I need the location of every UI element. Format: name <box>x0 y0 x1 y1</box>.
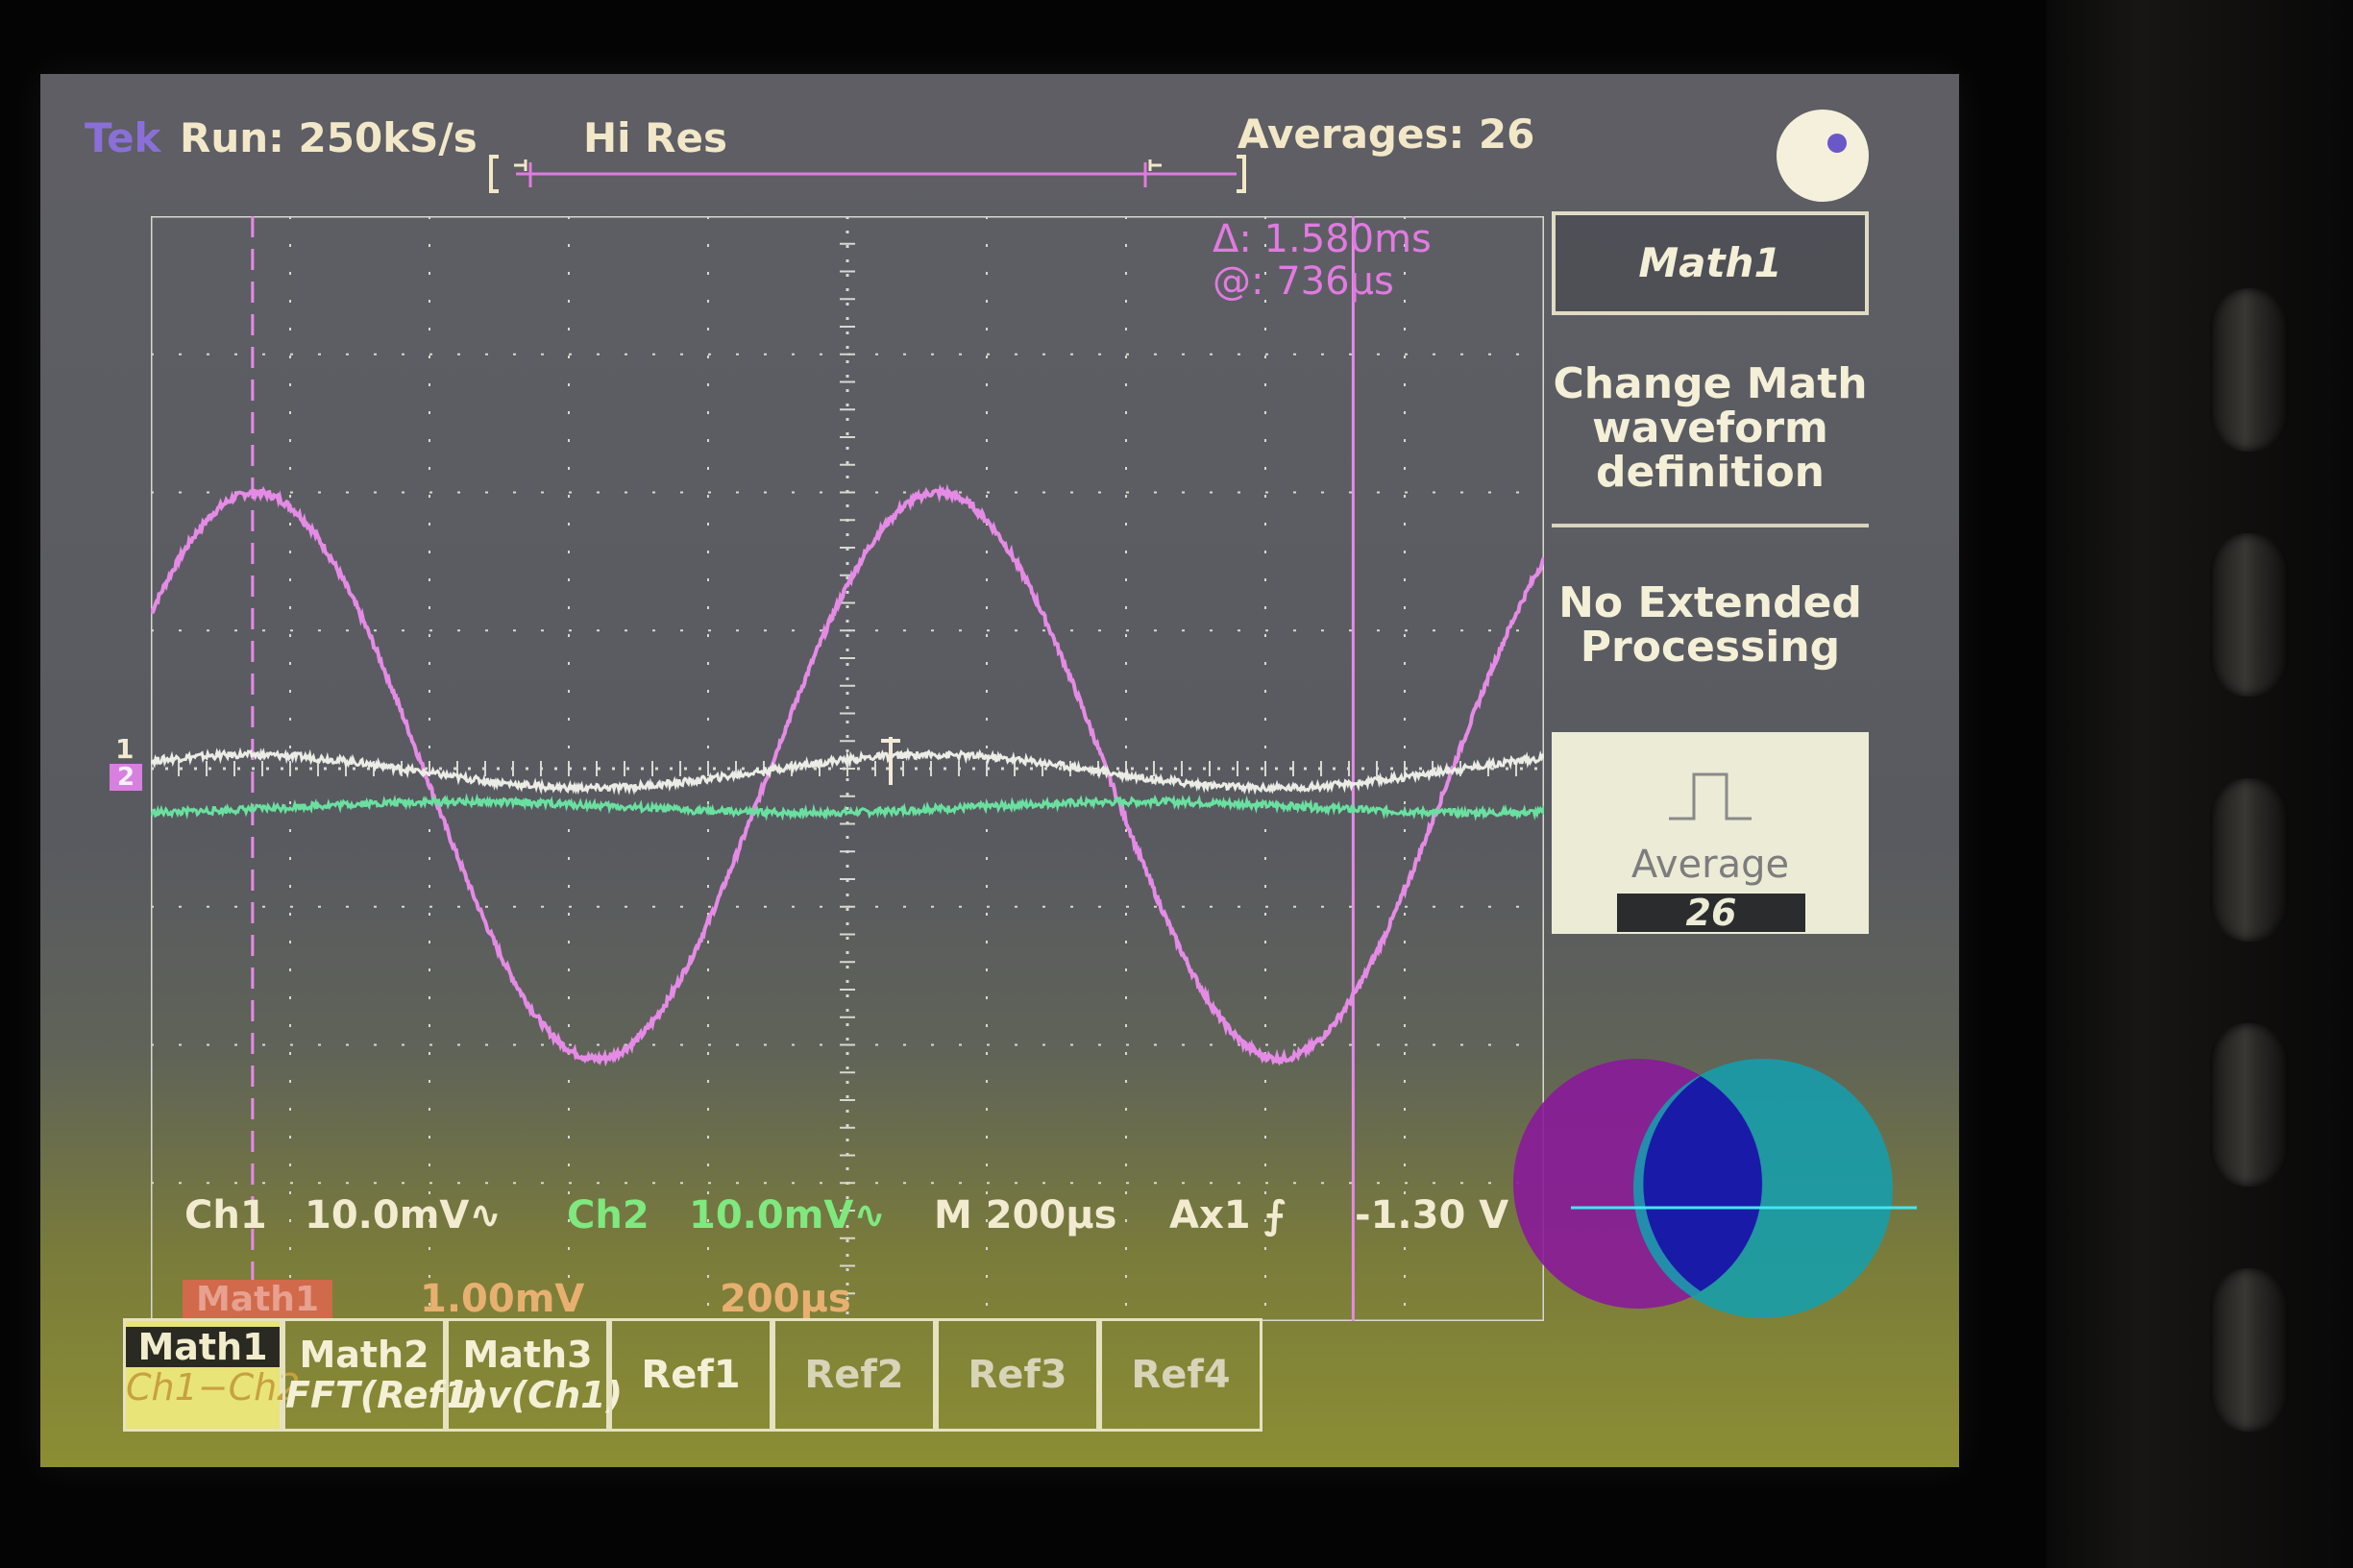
cursor-delta-readout: Δ: 1.580ms <box>1213 217 1432 261</box>
side-menu-change-math-line1: Change Math <box>1553 359 1868 408</box>
bottom-menu-math3-label: Math3 <box>462 1334 593 1376</box>
math1-scale: 1.00mV <box>420 1277 585 1321</box>
glare-spot <box>1777 110 1869 202</box>
averages-count: Averages: 26 <box>1238 110 1535 158</box>
bottom-menu-ref4-label: Ref4 <box>1131 1353 1231 1397</box>
side-menu-no-extended-processing[interactable]: No Extended Processing <box>1552 581 1869 670</box>
bottom-menu-math2[interactable]: Math2 FFT(Ref1) <box>282 1318 486 1432</box>
bottom-menu-math1[interactable]: Math1 Ch1−Ch2 <box>123 1318 301 1432</box>
bottom-menu-ref1-label: Ref1 <box>641 1353 741 1397</box>
side-button-5[interactable] <box>2210 1268 2289 1432</box>
side-menu-divider <box>1552 524 1869 527</box>
side-button-3[interactable] <box>2210 778 2289 942</box>
cursor-position-readout: @: 736μs <box>1213 259 1394 304</box>
bottom-menu-ref1[interactable]: Ref1 <box>609 1318 772 1432</box>
scope-bezel <box>2047 0 2353 1568</box>
bottom-menu-math2-sub: FFT(Ref1) <box>285 1374 486 1416</box>
side-button-4[interactable] <box>2210 1023 2289 1187</box>
math1-tag: Math1 <box>183 1280 332 1320</box>
oscilloscope-screen: Tek Run: 250kS/s Hi Res Averages: 26 1 2… <box>40 74 1959 1467</box>
bottom-menu-math2-label: Math2 <box>299 1334 429 1376</box>
side-menu-no-extended-line2: Processing <box>1580 623 1841 672</box>
bottom-menu-ref2[interactable]: Ref2 <box>772 1318 936 1432</box>
bottom-menu-ref2-label: Ref2 <box>804 1353 904 1397</box>
waveform-plot <box>151 216 1544 1321</box>
average-label: Average <box>1630 843 1790 887</box>
bottom-menu-math3[interactable]: Math3 inv(Ch1) <box>446 1318 623 1432</box>
bottom-menu-ref3-label: Ref3 <box>968 1353 1067 1397</box>
trigger-source: Ax1 ⨍ <box>1169 1193 1287 1237</box>
trigger-position-marker <box>881 737 900 785</box>
ch1-ground-marker: 1 <box>115 733 135 765</box>
side-menu-average[interactable]: Average 26 <box>1552 732 1869 934</box>
side-menu-no-extended-line1: No Extended <box>1558 578 1862 627</box>
bottom-menu-math1-label: Math1 <box>126 1327 280 1367</box>
pulse-icon <box>1669 772 1752 821</box>
ch2-scale: 10.0mV∿ <box>689 1193 886 1237</box>
bottom-menu-math3-sub: inv(Ch1) <box>449 1374 623 1416</box>
side-menu-change-math-line2: waveform <box>1592 404 1828 453</box>
ch2-label: Ch2 <box>567 1193 650 1237</box>
brand-label: Tek <box>85 114 161 161</box>
run-status: Run: 250kS/s <box>180 114 478 161</box>
math1-timebase: 200μs <box>720 1277 851 1321</box>
trigger-level: -1.30 V <box>1355 1193 1509 1237</box>
side-menu-change-math-line3: definition <box>1595 448 1826 497</box>
bottom-menu-math1-sub: Ch1−Ch2 <box>126 1366 301 1409</box>
timebase: M 200μs <box>934 1193 1117 1237</box>
screen-glare-artifact <box>1513 1059 1917 1318</box>
record-view-bracket <box>489 155 1246 193</box>
side-menu-change-math[interactable]: Change Math waveform definition <box>1552 362 1869 495</box>
side-button-1[interactable] <box>2210 288 2289 452</box>
graticule <box>151 216 1544 1321</box>
average-value[interactable]: 26 <box>1617 894 1805 932</box>
ch1-scale: 10.0mV∿ <box>305 1193 502 1237</box>
side-button-2[interactable] <box>2210 533 2289 697</box>
bottom-menu-ref3[interactable]: Ref3 <box>936 1318 1099 1432</box>
ch2-ground-marker: 2 <box>110 764 142 791</box>
ch1-label: Ch1 <box>184 1193 267 1237</box>
side-menu-title: Math1 <box>1552 211 1869 315</box>
bottom-menu-ref4[interactable]: Ref4 <box>1099 1318 1262 1432</box>
